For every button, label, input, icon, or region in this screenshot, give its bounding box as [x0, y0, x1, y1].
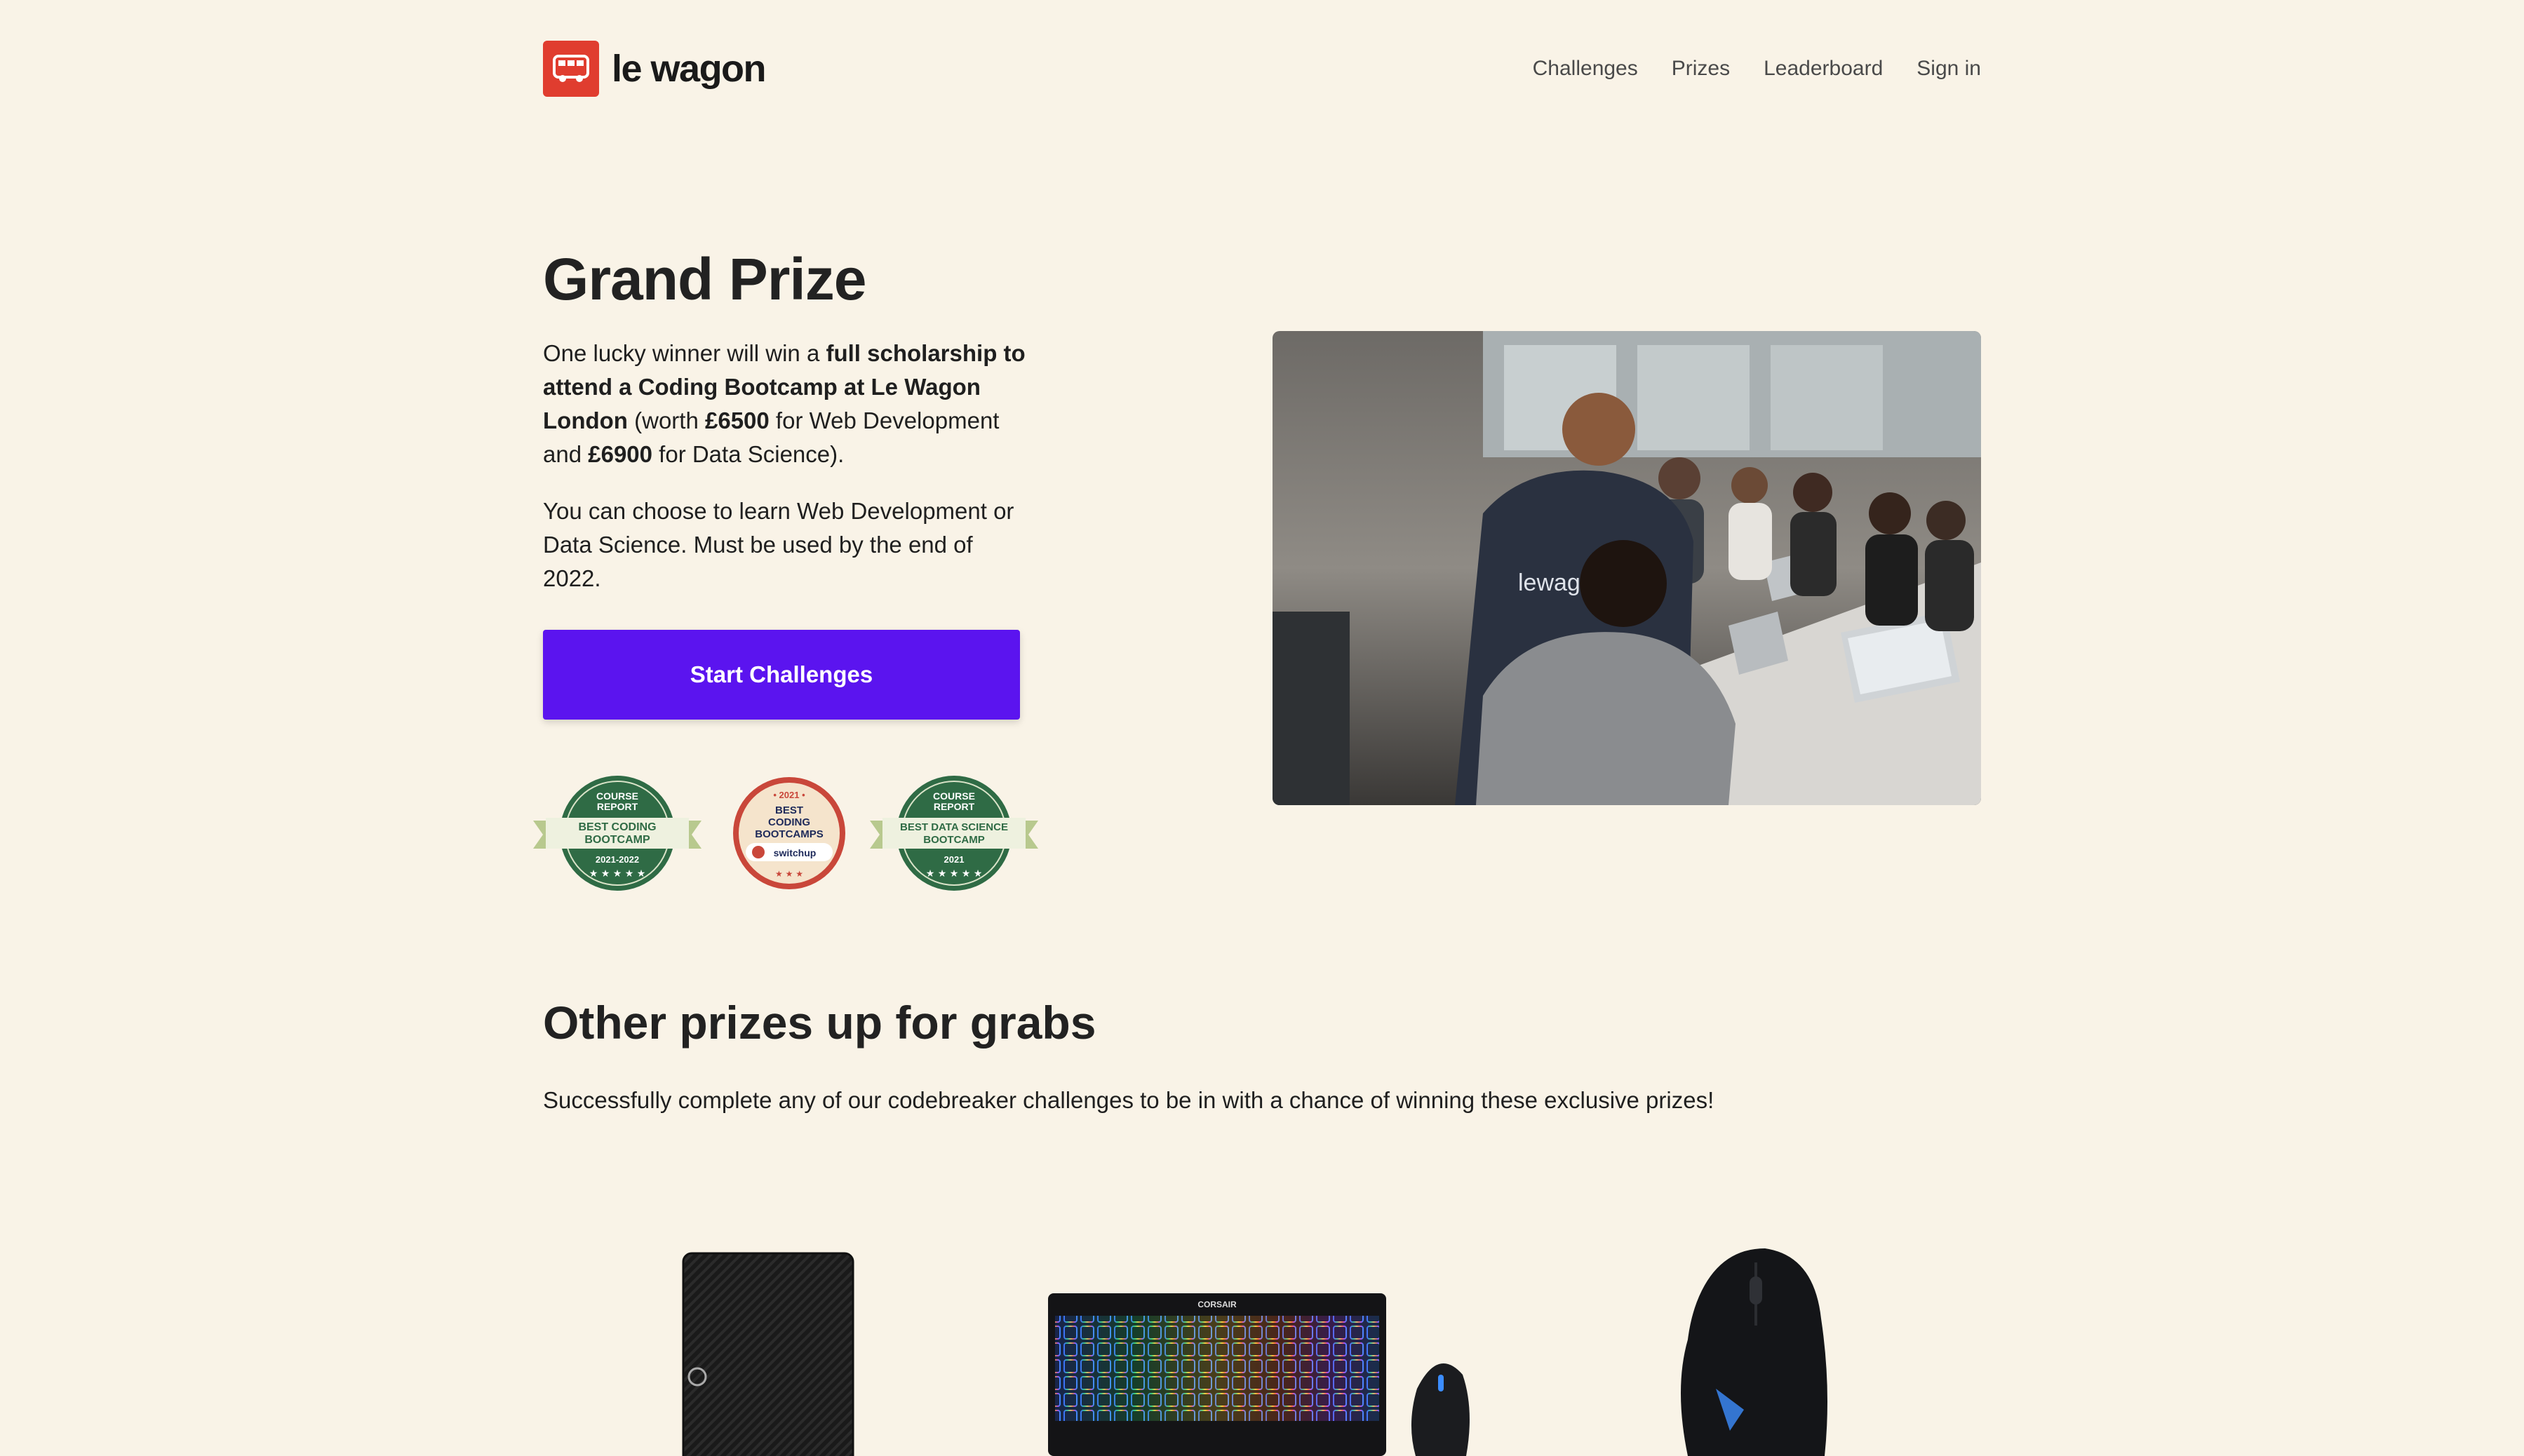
nav-sign-in[interactable]: Sign in	[1917, 57, 1981, 81]
text-segment: for Data Science).	[652, 441, 845, 467]
badge-text: • 2021 •	[773, 790, 805, 800]
logo-text: le wagon	[612, 48, 767, 90]
logo[interactable]: le wagon	[543, 39, 767, 98]
badge-text: BEST	[775, 804, 803, 816]
switchup-badge: • 2021 • BEST CODING BOOTCAMPS switchup …	[733, 777, 845, 889]
other-prizes-subtitle: Successfully complete any of our codebre…	[543, 1087, 1714, 1113]
badge-text: REPORT	[934, 801, 975, 812]
keyboard-brand-text: CORSAIR	[1197, 1300, 1237, 1309]
badge-stars: ★ ★ ★ ★ ★	[926, 868, 983, 879]
nav-prizes[interactable]: Prizes	[1672, 57, 1730, 81]
badge-text: 2021-2022	[596, 854, 639, 865]
badge-text: BEST DATA SCIENCE	[900, 821, 1008, 833]
badge-text: BOOTCAMP	[584, 834, 650, 846]
keyboard-and-mouse-icon: CORSAIR	[1048, 1293, 1470, 1456]
nav-challenges[interactable]: Challenges	[1533, 57, 1638, 81]
badge-text: CODING	[768, 816, 810, 828]
page-title: Grand Prize	[543, 246, 866, 312]
course-choice-text: You can choose to learn Web Development …	[543, 498, 1014, 591]
nav-leaderboard[interactable]: Leaderboard	[1764, 57, 1883, 81]
header: le wagon Challenges Prizes Leaderboard S…	[543, 39, 1981, 98]
course-report-coding-badge: COURSE REPORT BEST CODING BOOTCAMP 2021-…	[533, 776, 702, 891]
badge-text: BOOTCAMPS	[755, 828, 824, 840]
text-segment: One lucky winner will win a	[543, 340, 826, 366]
classroom-photo: lewagon	[1273, 331, 1981, 805]
main-nav: Challenges Prizes Leaderboard Sign in	[1533, 39, 1981, 98]
gaming-mouse-icon	[1681, 1248, 1827, 1456]
award-badges: COURSE REPORT BEST CODING BOOTCAMP 2021-…	[533, 771, 1038, 894]
data-science-price: £6900	[588, 441, 652, 467]
grand-prize-description: One lucky winner will win a full scholar…	[543, 337, 1027, 471]
other-prizes-title: Other prizes up for grabs	[543, 997, 1096, 1049]
course-report-data-science-badge: COURSE REPORT BEST DATA SCIENCE BOOTCAMP…	[870, 776, 1038, 891]
badge-text: 2021	[944, 854, 965, 865]
external-hard-drive-icon	[682, 1252, 854, 1456]
badge-stars: ★ ★ ★ ★ ★	[589, 868, 646, 879]
start-challenges-button[interactable]: Start Challenges	[543, 630, 1020, 720]
badge-text: BOOTCAMP	[923, 834, 985, 846]
badge-text: COURSE	[596, 790, 638, 802]
web-dev-price: £6500	[704, 407, 770, 433]
badge-text: COURSE	[933, 790, 975, 802]
badge-text: REPORT	[597, 801, 638, 812]
page-container: le wagon Challenges Prizes Leaderboard S…	[533, 0, 1981, 1456]
badge-text: switchup	[774, 847, 817, 858]
bus-icon	[543, 41, 599, 97]
badge-text: BEST CODING	[578, 821, 656, 833]
text-segment: (worth	[627, 407, 705, 433]
badge-stars: ★ ★ ★	[775, 869, 803, 879]
